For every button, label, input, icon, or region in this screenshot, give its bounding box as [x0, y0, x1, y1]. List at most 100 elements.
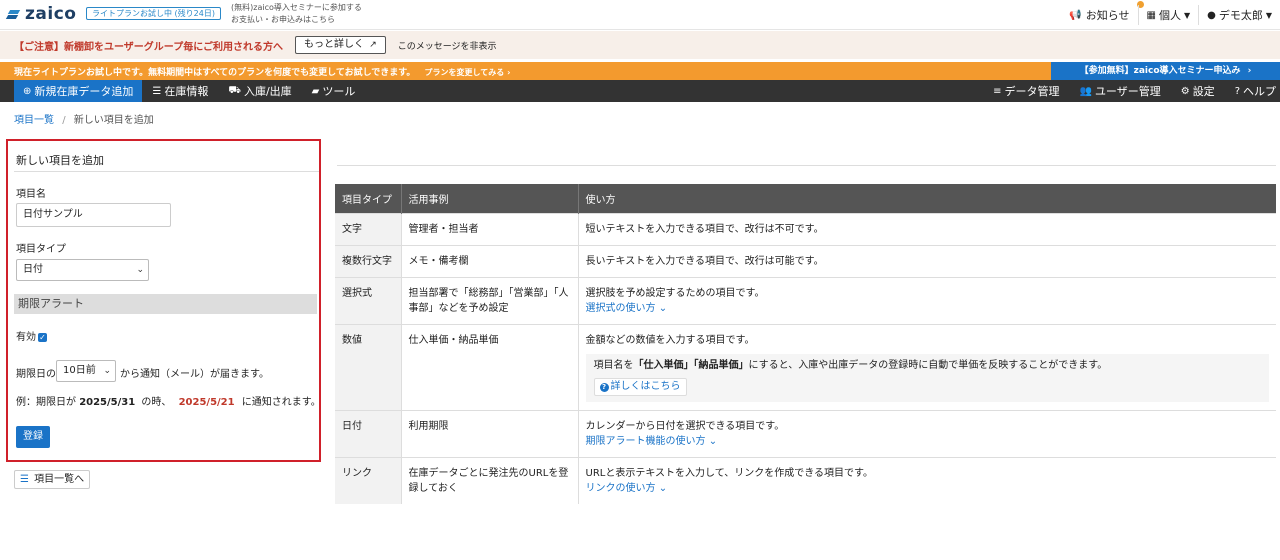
caret-down-icon: ▼ [1183, 10, 1191, 20]
breadcrumb-current: 新しい項目を追加 [73, 115, 154, 126]
expiry-alert-howto-link[interactable]: 期限アラート機能の使い方 ⌄ [586, 434, 1270, 449]
trial-bar: 現在ライトプランお試し中です。無料期間中はすべてのプランを何度でも変更してお試し… [0, 62, 1280, 80]
notify-days-select[interactable]: 10日前 ⌄ [56, 360, 116, 382]
notifications-label: お知らせ [1085, 9, 1130, 22]
nav-help[interactable]: ? ヘルプ [1225, 80, 1280, 102]
filter-lines-icon: ≡ [993, 85, 1002, 97]
item-type-label: 項目タイプ [16, 244, 66, 255]
zaico-logo[interactable]: zaico [5, 4, 77, 24]
notify-suffix: から通知（メール）が届きます。 [120, 369, 269, 380]
select-howto-label: 選択式の使い方 [585, 302, 656, 314]
caution-message: 【ご注意】新棚卸をユーザーグループ毎にご利用される方へ [14, 41, 283, 53]
usage-cell: 短いテキストを入力できる項目で、改行は不可です。 [578, 212, 1276, 245]
trial-badge[interactable]: ライトプランお試し中 (残り24日) [86, 7, 221, 20]
top-right-menu: 📢 お知らせ ▦ 個人 ▼ ● デモ太郎 ▼ [1061, 0, 1280, 30]
nav-user-management[interactable]: 👥 ユーザー管理 [1069, 80, 1170, 102]
nav-settings[interactable]: ⚙ 設定 [1171, 80, 1225, 102]
more-details-button[interactable]: もっと詳しく ↗ [295, 36, 386, 54]
change-plan-link[interactable]: プランを変更してみる › [425, 68, 511, 77]
enabled-row: 有効 ✓ [16, 328, 47, 343]
usage-text: 金額などの数値を入力する項目です。 [585, 334, 755, 346]
account-type-dropdown[interactable]: ▦ 個人 ▼ [1137, 5, 1199, 25]
breadcrumb-items-list[interactable]: 項目一覧 [14, 115, 54, 126]
account-type-label: 個人 [1158, 9, 1181, 22]
plus-circle-icon: ⊕ [23, 85, 32, 97]
expiry-alert-howto-label: 期限アラート機能の使い方 [585, 435, 706, 447]
notify-prefix: 期限日の [16, 369, 56, 380]
table-header: 活用事例 [401, 184, 579, 213]
user-icon: ● [1207, 9, 1216, 21]
toolbox-icon: ▰ [311, 85, 320, 97]
seminar-signup-button[interactable]: 【参加無料】zaico導入セミナー申込み › [1051, 62, 1280, 80]
nav-tools[interactable]: ▰ ツール [302, 80, 366, 102]
back-to-items-button[interactable]: ☰ 項目一覧へ [14, 470, 91, 489]
link-howto-link[interactable]: リンクの使い方 ⌄ [586, 481, 1270, 496]
nav-add-item[interactable]: ⊕ 新規在庫データ追加 [14, 80, 143, 102]
breadcrumb-separator: / [62, 115, 66, 126]
logo-mark-icon [5, 6, 22, 22]
external-link-icon: ↗ [369, 40, 377, 50]
item-type-table: 項目タイプ 活用事例 使い方 文字 管理者・担当者 短いテキストを入力できる項目… [335, 184, 1276, 504]
nav-inout-label: 入庫/出庫 [243, 85, 292, 98]
note-bold-2: 「納品単価」 [693, 359, 749, 371]
example-prefix: 例：期限日が [16, 397, 76, 408]
enabled-label: 有効 [16, 332, 36, 343]
item-name-input[interactable]: 日付サンプル [16, 203, 171, 227]
select-howto-link[interactable]: 選択式の使い方 ⌄ [586, 301, 1270, 316]
users-icon: 👥 [1079, 85, 1092, 97]
notifications-button[interactable]: 📢 お知らせ [1061, 5, 1137, 25]
hide-message-link[interactable]: このメッセージを非表示 [398, 39, 497, 52]
more-details-label: もっと詳しく [304, 39, 364, 50]
logo-text: zaico [25, 4, 77, 24]
chevron-down-icon: ⌄ [708, 435, 718, 447]
table-header: 使い方 [578, 184, 1276, 213]
table-row: 選択式 担当部署で「総務部」「営業部」「人事部」などを予め設定 選択肢を予め設定… [335, 276, 1276, 324]
breadcrumb: 項目一覧 / 新しい項目を追加 [14, 111, 154, 126]
user-name: デモ太郎 [1218, 9, 1263, 22]
note-suffix: にすると、入庫や出庫データの登録時に自動で単価を反映することができます。 [748, 359, 1108, 371]
user-menu-dropdown[interactable]: ● デモ太郎 ▼ [1198, 5, 1280, 25]
nav-inventory[interactable]: ☰ 在庫情報 [142, 80, 218, 102]
usage-text: カレンダーから日付を選択できる項目です。 [585, 420, 785, 432]
nav-help-label: ヘルプ [1243, 85, 1276, 98]
truck-icon: ⛟ [228, 84, 241, 96]
item-type-select[interactable]: 日付 ⌄ [16, 259, 149, 281]
top-links: (無料)zaico導入セミナーに参加する お支払い・お申込みはこちら [231, 2, 362, 26]
nav-data-management[interactable]: ≡ データ管理 [983, 80, 1069, 102]
question-circle-icon: ? [599, 382, 609, 392]
link-howto-label: リンクの使い方 [585, 482, 656, 494]
list-icon: ☰ [20, 474, 29, 485]
new-item-form-panel: 新しい項目を追加 項目名 日付サンプル 項目タイプ 日付 ⌄ 期限アラート 有効… [6, 139, 321, 462]
usage-text: 選択肢を予め設定するための項目です。 [585, 287, 765, 299]
nav-inventory-label: 在庫情報 [164, 85, 209, 98]
content-divider [337, 165, 1276, 166]
seminar-link[interactable]: (無料)zaico導入セミナーに参加する [231, 2, 362, 14]
type-cell: 日付 [335, 409, 402, 457]
register-button[interactable]: 登録 [16, 426, 50, 448]
enabled-checkbox[interactable]: ✓ [38, 332, 47, 342]
usage-cell: 金額などの数値を入力する項目です。 項目名を「仕入単価」「納品単価」にすると、入… [578, 323, 1276, 410]
details-button[interactable]: ? 詳しくはこちら [593, 377, 687, 396]
example-cell: 管理者・担当者 [401, 212, 579, 245]
example-cell: 担当部署で「総務部」「営業部」「人事部」などを予め設定 [401, 276, 579, 324]
chevron-down-icon: ⌄ [136, 265, 144, 275]
usage-cell: 長いテキストを入力できる項目で、改行は可能です。 [578, 244, 1276, 277]
expiry-alert-section: 期限アラート [14, 294, 317, 314]
chevron-right-icon: › [1247, 66, 1252, 76]
gear-icon: ⚙ [1180, 85, 1190, 97]
form-divider [14, 171, 319, 172]
main-nav: ⊕ 新規在庫データ追加 ☰ 在庫情報 ⛟ 入庫/出庫 ▰ ツール ≡ データ管理… [0, 80, 1280, 102]
table-row: 日付 利用期限 カレンダーから日付を選択できる項目です。 期限アラート機能の使い… [335, 409, 1276, 457]
note-prefix: 項目名を [593, 359, 634, 371]
chevron-down-icon: ⌄ [103, 366, 111, 376]
question-circle-icon: ? [1234, 85, 1240, 97]
table-row: リンク 在庫データごとに発注先のURLを登録しておく URLと表示テキストを入力… [335, 456, 1276, 504]
nav-inout[interactable]: ⛟ 入庫/出庫 [218, 80, 301, 102]
type-cell: 文字 [335, 212, 402, 245]
nav-settings-label: 設定 [1192, 85, 1215, 98]
table-header: 項目タイプ [335, 184, 402, 213]
alert-example: 例：期限日が 2025/5/31 の時、 2025/5/21 に通知されます。 [16, 393, 321, 408]
type-cell: 選択式 [335, 276, 402, 324]
example-cell: 利用期限 [401, 409, 579, 457]
payment-link[interactable]: お支払い・お申込みはこちら [231, 14, 362, 26]
